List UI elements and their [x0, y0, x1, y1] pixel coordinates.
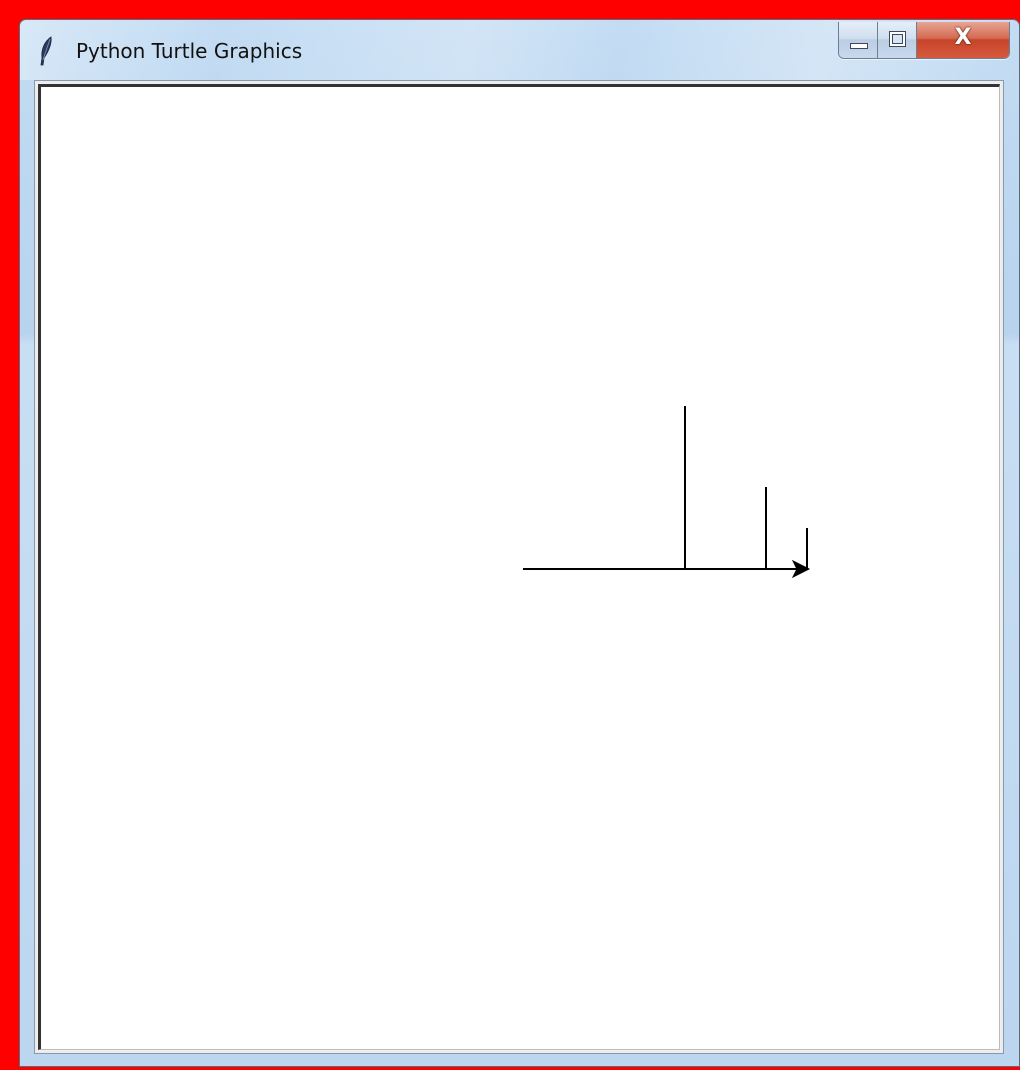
close-button[interactable]: X: [917, 22, 1009, 58]
feather-icon: [38, 36, 54, 66]
title-bar[interactable]: Python Turtle Graphics X: [20, 20, 1019, 80]
window-title: Python Turtle Graphics: [76, 39, 303, 63]
minimize-icon: [850, 43, 868, 49]
client-area: [34, 80, 1004, 1054]
turtle-drawing: [523, 406, 811, 579]
desktop-background: { "window": { "title": "Python Turtle Gr…: [0, 0, 1020, 1070]
close-icon: X: [954, 25, 972, 50]
maximize-button[interactable]: [878, 22, 917, 58]
maximize-icon: [889, 31, 906, 47]
turtle-graphics-window: Python Turtle Graphics X: [19, 19, 1020, 1067]
caption-buttons: X: [838, 22, 1010, 59]
minimize-button[interactable]: [839, 22, 878, 58]
turtle-canvas[interactable]: [38, 84, 1000, 1050]
